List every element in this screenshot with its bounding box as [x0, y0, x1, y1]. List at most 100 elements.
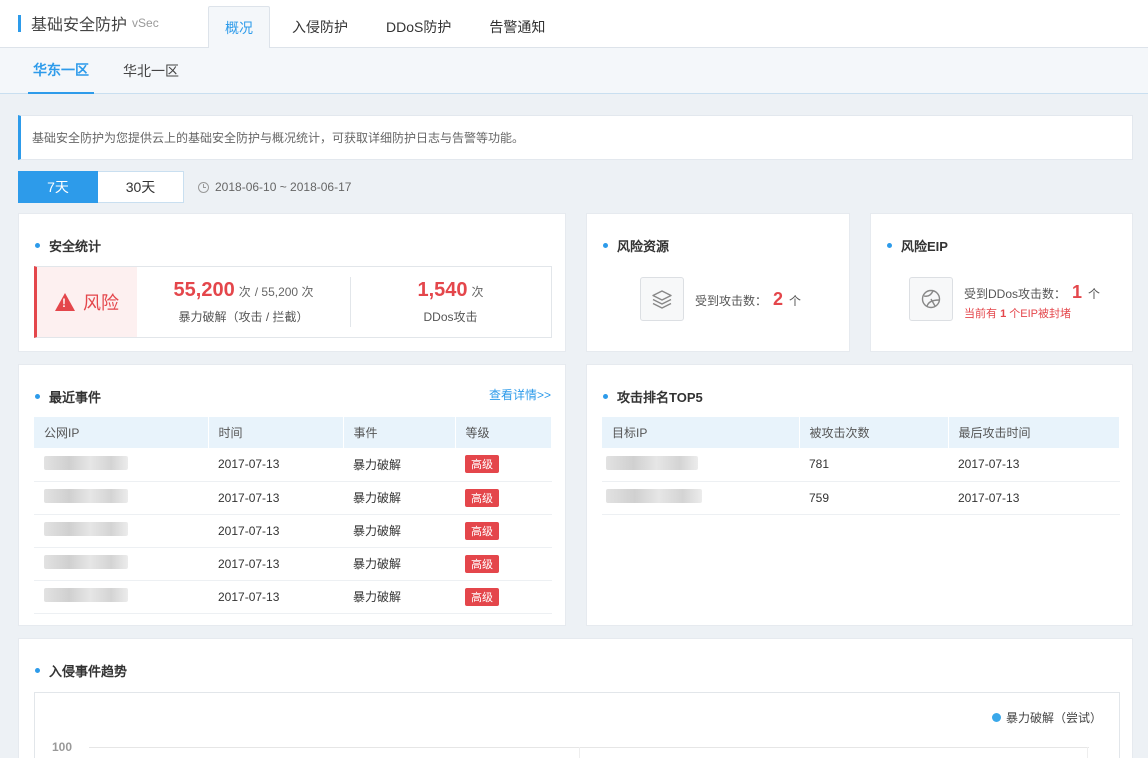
security-stat-box: 风险 55,200 次 / 55,200 次 暴力破解（攻击 / 拦截） 1,5…: [34, 266, 552, 338]
table-row[interactable]: 2017-07-13 暴力破解 高级: [34, 580, 552, 614]
globe-icon: [909, 277, 953, 321]
tab-ddos[interactable]: DDoS防护: [370, 6, 467, 48]
attack-top5-card: 攻击排名TOP5 目标IP 被攻击次数 最后攻击时间 781 2017-07-1…: [586, 364, 1133, 626]
intrusion-trend-card: 入侵事件趋势 暴力破解（尝试） 100: [18, 638, 1133, 758]
card-title: 最近事件: [35, 387, 101, 406]
ddos-stat: 1,540 次 DDos攻击: [350, 277, 550, 327]
level-cell: 高级: [455, 514, 552, 548]
ip-cell: [602, 481, 799, 515]
chart-vline: [1087, 747, 1088, 758]
level-badge: 高级: [465, 488, 499, 507]
chart-vline: [579, 747, 580, 758]
ip-cell: [34, 580, 208, 614]
top-header: 基础安全防护 vSec 概况 入侵防护 DDoS防护 告警通知: [0, 0, 1148, 49]
table-header-row: 公网IP 时间 事件 等级: [34, 417, 552, 448]
risk-eip-text: 受到DDos攻击数： 1 个: [964, 282, 1101, 302]
card-title: 风险EIP: [887, 236, 948, 255]
table-row[interactable]: 2017-07-13 暴力破解 高级: [34, 481, 552, 515]
recent-events-table: 公网IP 时间 事件 等级 2017-07-13 暴力破解 高级 2017-07…: [34, 417, 552, 614]
table-row[interactable]: 759 2017-07-13: [602, 481, 1120, 515]
col-attack-count: 被攻击次数: [799, 417, 949, 448]
level-badge: 高级: [465, 554, 499, 573]
level-cell: 高级: [455, 448, 552, 482]
region-tab-north1[interactable]: 华北一区: [118, 48, 184, 94]
tab-intrusion[interactable]: 入侵防护: [276, 6, 364, 48]
brute-force-stat: 55,200 次 / 55,200 次 暴力破解（攻击 / 拦截）: [137, 267, 350, 337]
level-cell: 高级: [455, 547, 552, 581]
col-public-ip: 公网IP: [34, 417, 209, 448]
eip-blocked-warning: 当前有 1 个EIP被封堵: [964, 308, 1071, 320]
table-header-row: 目标IP 被攻击次数 最后攻击时间: [602, 417, 1120, 448]
bullet-dot: [35, 243, 40, 248]
ddos-unit: 次: [471, 285, 484, 299]
table-row[interactable]: 2017-07-13 暴力破解 高级: [34, 448, 552, 482]
ip-cell: [602, 448, 799, 482]
time-cell: 2017-07-13: [208, 514, 343, 548]
col-event: 事件: [343, 417, 456, 448]
region-tab-east1[interactable]: 华东一区: [28, 48, 94, 94]
event-cell: 暴力破解: [343, 448, 455, 482]
legend-dot: [991, 713, 1001, 722]
tab-alerts[interactable]: 告警通知: [473, 6, 561, 48]
bullet-dot: [603, 243, 608, 248]
risk-resource-count: 2: [773, 289, 784, 309]
brute-force-total: / 55,200 次: [254, 285, 314, 299]
chart-gridline: [89, 747, 1089, 748]
time-cell: 2017-07-13: [208, 580, 343, 614]
event-cell: 暴力破解: [343, 481, 455, 515]
count-cell: 781: [799, 448, 948, 482]
risk-resource-text: 受到攻击数： 2 个: [695, 289, 802, 309]
time-cell: 2017-07-13: [948, 448, 1120, 482]
ip-cell: [34, 448, 208, 482]
brand: 基础安全防护 vSec: [18, 13, 159, 34]
brute-force-label: 暴力破解（攻击 / 拦截）: [178, 310, 309, 324]
col-time: 时间: [208, 417, 344, 448]
ddos-label: DDos攻击: [423, 310, 478, 324]
risk-tag: 风险: [37, 267, 137, 337]
col-level: 等级: [455, 417, 552, 448]
view-details-link[interactable]: 查看详情>>: [489, 386, 551, 403]
redacted-ip: [44, 588, 128, 602]
brute-force-value: 55,200: [173, 279, 235, 301]
bullet-dot: [35, 668, 40, 673]
count-cell: 759: [799, 481, 948, 515]
bullet-dot: [35, 394, 40, 399]
warning-icon: [55, 293, 75, 311]
recent-events-card: 最近事件 查看详情>> 公网IP 时间 事件 等级 2017-07-13 暴力破…: [18, 364, 566, 626]
redacted-ip: [44, 555, 128, 569]
table-row[interactable]: 781 2017-07-13: [602, 448, 1120, 482]
legend-label: 暴力破解（尝试）: [1005, 711, 1102, 725]
main-tabs: 概况 入侵防护 DDoS防护 告警通知: [208, 6, 567, 49]
table-row[interactable]: 2017-07-13 暴力破解 高级: [34, 547, 552, 581]
time-cell: 2017-07-13: [948, 481, 1120, 515]
table-row[interactable]: 2017-07-13 暴力破解 高级: [34, 514, 552, 548]
col-last-attack-time: 最后攻击时间: [948, 417, 1120, 448]
card-title: 安全统计: [35, 236, 101, 255]
brand-accent-bar: [18, 14, 21, 32]
page-title: 基础安全防护: [31, 17, 128, 34]
tab-overview[interactable]: 概况: [208, 6, 270, 49]
redacted-ip: [606, 489, 702, 503]
y-axis-tick: 100: [52, 740, 73, 754]
risk-eip-count: 1: [1072, 282, 1083, 302]
event-cell: 暴力破解: [343, 580, 455, 614]
redacted-ip: [44, 455, 128, 470]
range-30d-button[interactable]: 30天: [98, 171, 184, 203]
chart-legend[interactable]: 暴力破解（尝试）: [991, 709, 1102, 726]
col-target-ip: 目标IP: [602, 417, 800, 448]
range-7d-button[interactable]: 7天: [18, 171, 98, 203]
risk-label: 风险: [83, 293, 119, 313]
bullet-dot: [887, 243, 892, 248]
date-range-text: 2018-06-10 ~ 2018-06-17: [215, 180, 352, 194]
card-title: 风险资源: [603, 236, 669, 255]
level-badge: 高级: [465, 455, 499, 474]
level-cell: 高级: [455, 481, 552, 515]
risk-resource-card: 风险资源 受到攻击数： 2 个: [586, 213, 850, 352]
time-cell: 2017-07-13: [208, 547, 343, 581]
attack-top5-table: 目标IP 被攻击次数 最后攻击时间 781 2017-07-13 759 201…: [602, 417, 1120, 515]
time-range-selector: 7天 30天: [18, 171, 184, 203]
security-stats-card: 安全统计 风险 55,200 次 / 55,200 次 暴力破解（攻击 / 拦截…: [18, 213, 566, 352]
card-title: 攻击排名TOP5: [603, 387, 703, 406]
trend-chart: [34, 692, 1120, 758]
redacted-ip: [44, 522, 128, 536]
